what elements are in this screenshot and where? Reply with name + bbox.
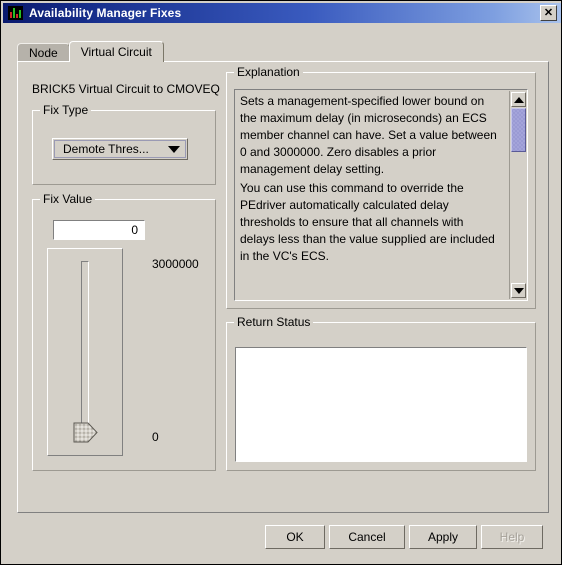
slider-track[interactable]	[81, 261, 89, 441]
return-status-textarea[interactable]	[235, 347, 527, 462]
fix-value-input[interactable]: 0	[53, 220, 145, 240]
slider-min-label: 0	[152, 430, 159, 444]
tab-panel: BRICK5 Virtual Circuit to CMOVEQ Fix Typ…	[17, 61, 549, 513]
ok-button[interactable]: OK	[265, 525, 325, 549]
fix-value-group: Fix Value 0 3000000 0	[32, 192, 216, 471]
window-title: Availability Manager Fixes	[29, 6, 182, 20]
explanation-text: Sets a management-specified lower bound …	[240, 93, 498, 267]
cancel-button-label: Cancel	[348, 530, 386, 544]
explanation-scrollbar[interactable]	[509, 91, 526, 299]
tab-virtual-circuit-label: Virtual Circuit	[80, 45, 152, 59]
explanation-group: Explanation Sets a management-specified …	[226, 65, 536, 309]
apply-button-label: Apply	[427, 530, 459, 544]
explanation-textarea[interactable]: Sets a management-specified lower bound …	[234, 89, 528, 301]
context-label: BRICK5 Virtual Circuit to CMOVEQ	[32, 82, 220, 96]
fix-type-selected-value: Demote Thres...	[63, 142, 149, 156]
dialog-window: Availability Manager Fixes ✕ Node Virtua…	[0, 0, 562, 565]
fix-value-text: 0	[131, 223, 138, 237]
triangle-down-icon	[513, 287, 524, 294]
help-button: Help	[481, 525, 543, 549]
return-status-group: Return Status	[226, 315, 536, 471]
button-row: OK Cancel Apply Help	[3, 519, 561, 559]
fix-value-slider-panel: 3000000 0	[47, 248, 199, 456]
scroll-up-button[interactable]	[511, 92, 526, 107]
fix-type-dropdown[interactable]: Demote Thres...	[52, 138, 188, 160]
tab-node-label: Node	[29, 46, 58, 60]
explanation-paragraph-2: You can use this command to override the…	[240, 181, 495, 263]
close-button[interactable]: ✕	[540, 5, 557, 21]
cancel-button[interactable]: Cancel	[329, 525, 405, 549]
explanation-paragraph-1: Sets a management-specified lower bound …	[240, 94, 497, 176]
close-icon: ✕	[543, 6, 554, 19]
triangle-up-icon	[513, 96, 524, 103]
chevron-down-icon	[163, 145, 185, 153]
explanation-group-label: Explanation	[234, 65, 303, 79]
fix-type-group-label: Fix Type	[40, 103, 92, 117]
scrollbar-thumb[interactable]	[511, 108, 526, 152]
tab-strip: Node Virtual Circuit	[17, 41, 164, 62]
scroll-down-button[interactable]	[511, 283, 526, 298]
slider-thumb[interactable]	[73, 422, 99, 443]
bar-chart-icon	[8, 6, 23, 20]
title-bar: Availability Manager Fixes ✕	[3, 3, 561, 23]
fix-value-group-label: Fix Value	[40, 192, 96, 206]
tab-virtual-circuit[interactable]: Virtual Circuit	[68, 41, 164, 62]
apply-button[interactable]: Apply	[409, 525, 477, 549]
return-status-group-label: Return Status	[234, 315, 314, 329]
dialog-body: Node Virtual Circuit BRICK5 Virtual Circ…	[3, 23, 561, 562]
ok-button-label: OK	[286, 530, 304, 544]
help-button-label: Help	[499, 530, 525, 544]
slider-max-label: 3000000	[152, 257, 199, 271]
fix-type-group: Fix Type Demote Thres...	[32, 103, 216, 185]
tab-node[interactable]: Node	[17, 43, 70, 62]
